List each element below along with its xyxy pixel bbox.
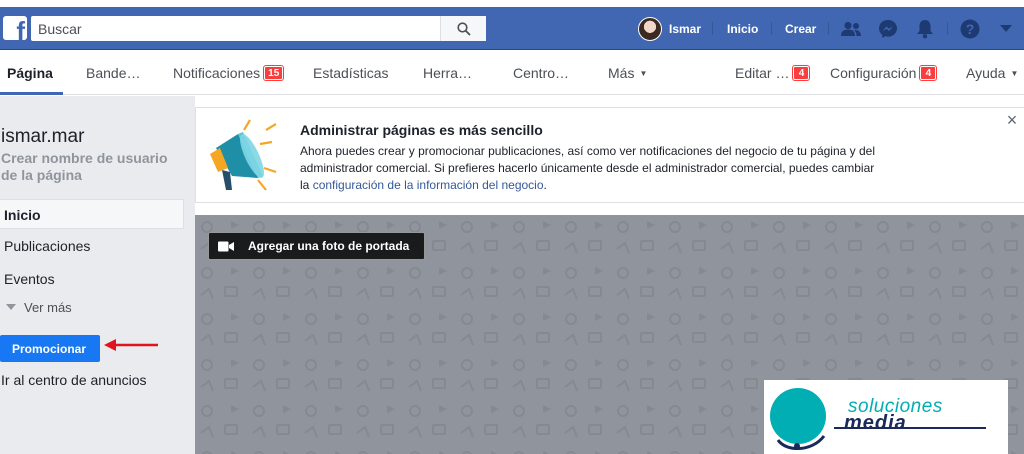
red-arrow-icon <box>104 339 158 351</box>
active-tab-indicator <box>0 92 63 95</box>
tab-editar[interactable]: Editar … 4 <box>735 65 810 81</box>
sidebar-item-eventos[interactable]: Eventos <box>0 264 184 294</box>
tab-mas[interactable]: Más ▼ <box>608 65 647 81</box>
tab-label: Ayuda <box>966 65 1006 81</box>
notification-count-badge: 15 <box>264 66 284 80</box>
tab-label: Más <box>608 65 635 81</box>
tab-configuracion[interactable]: Configuración 4 <box>830 65 937 81</box>
svg-text:?: ? <box>966 21 975 37</box>
create-username-link[interactable]: Crear nombre de usuario de la página <box>1 150 179 184</box>
left-sidebar: ismar.mar Crear nombre de usuario de la … <box>0 96 195 454</box>
see-more-link[interactable]: Ver más <box>6 300 72 315</box>
facebook-logo-icon[interactable]: f <box>3 16 27 40</box>
tab-estadisticas[interactable]: Estadísticas <box>313 65 388 81</box>
divider <box>712 22 713 35</box>
divider <box>828 22 829 35</box>
tab-ayuda[interactable]: Ayuda ▼ <box>966 65 1018 81</box>
search-input[interactable] <box>31 16 441 41</box>
tab-bandeja[interactable]: Bande… <box>86 65 140 81</box>
home-link[interactable]: Inicio <box>727 22 758 36</box>
add-cover-photo-label: Agregar una foto de portada <box>248 239 410 253</box>
caret-down-icon: ▼ <box>1010 68 1019 78</box>
notifications-bell-icon[interactable] <box>914 19 936 39</box>
top-navigation-bar: f Ismar Inicio Crear <box>0 7 1024 50</box>
notice-title: Administrar páginas es más sencillo <box>300 122 543 138</box>
profile-name[interactable]: Ismar <box>669 22 701 36</box>
notice-body-end: . <box>543 178 547 192</box>
top-margin <box>0 0 1024 7</box>
messenger-icon[interactable] <box>877 19 899 39</box>
page-tabs-bar: Página Bande… Notificaciones 15 Estadíst… <box>0 51 1024 95</box>
search-button[interactable] <box>440 16 486 41</box>
avatar <box>638 16 662 41</box>
close-icon[interactable]: × <box>1004 111 1020 129</box>
tab-centro[interactable]: Centro… <box>513 65 569 81</box>
tab-label: Bande… <box>86 65 141 81</box>
sidebar-item-publicaciones[interactable]: Publicaciones <box>0 231 184 261</box>
tab-label: Notificaciones <box>173 65 261 81</box>
video-camera-icon <box>218 241 234 251</box>
tab-label: Centro… <box>513 65 570 81</box>
account-menu-caret-icon[interactable] <box>995 19 1017 39</box>
notice-body: Ahora puedes crear y promocionar publica… <box>300 143 880 194</box>
caret-down-icon <box>6 304 16 310</box>
tab-label: Herra… <box>423 65 473 81</box>
tab-label: Página <box>7 65 53 81</box>
page-title[interactable]: ismar.mar <box>1 126 84 148</box>
sidebar-item-inicio[interactable]: Inicio <box>0 199 184 229</box>
tab-notificaciones[interactable]: Notificaciones 15 <box>173 65 284 81</box>
settings-count-badge: 4 <box>920 66 937 80</box>
tab-label: Configuración <box>830 65 917 81</box>
divider <box>947 22 948 35</box>
caret-down-icon: ▼ <box>639 68 648 78</box>
megaphone-icon <box>210 119 277 191</box>
see-more-label: Ver más <box>24 300 72 315</box>
tab-pagina[interactable]: Página <box>7 65 53 81</box>
info-notice-card: Administrar páginas es más sencillo Ahor… <box>195 107 1024 203</box>
tab-herramientas[interactable]: Herra… <box>423 65 472 81</box>
divider <box>771 22 772 35</box>
profile-link[interactable] <box>638 16 662 41</box>
soluciones-media-logo: soluciones media <box>764 380 1008 454</box>
facebook-page-admin: f Ismar Inicio Crear <box>0 0 1024 454</box>
tab-label: Estadísticas <box>313 65 389 81</box>
business-info-settings-link[interactable]: configuración de la información del nego… <box>313 178 544 192</box>
search-box <box>31 16 486 41</box>
logo-text-bottom: media <box>844 412 907 434</box>
promote-button[interactable]: Promocionar <box>0 335 100 362</box>
tab-label: Editar … <box>735 65 790 81</box>
search-icon <box>456 21 471 36</box>
ad-center-link[interactable]: Ir al centro de anuncios <box>1 372 147 388</box>
create-link[interactable]: Crear <box>785 22 816 36</box>
add-cover-photo-button[interactable]: Agregar una foto de portada <box>208 232 425 260</box>
help-icon[interactable]: ? <box>959 19 981 39</box>
edit-count-badge: 4 <box>793 66 810 80</box>
friends-icon[interactable] <box>840 19 862 39</box>
